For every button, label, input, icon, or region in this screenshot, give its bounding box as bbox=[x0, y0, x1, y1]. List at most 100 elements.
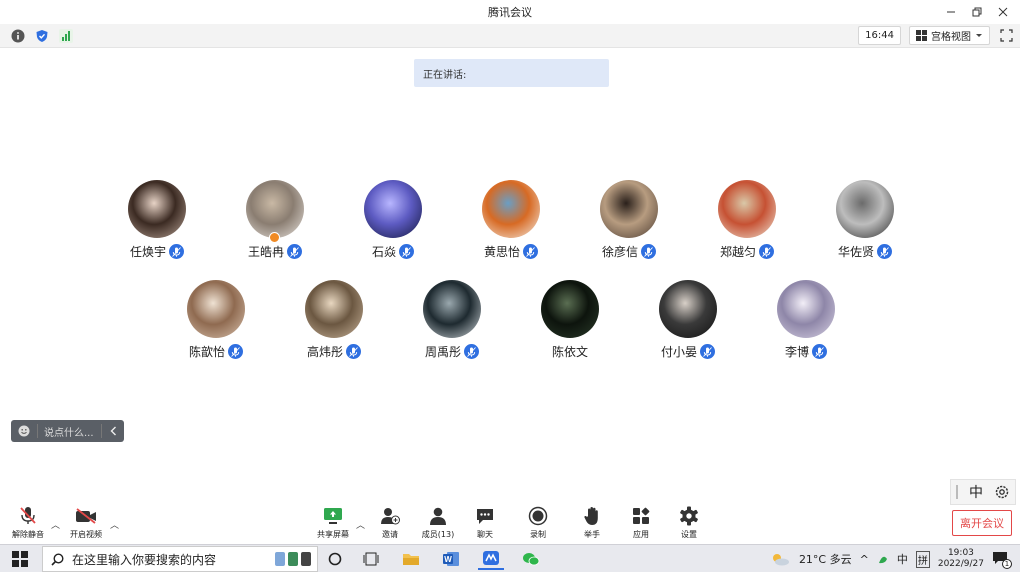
taskbar-app-word[interactable]: W bbox=[438, 548, 464, 570]
participant-tile[interactable]: 高炜彤 bbox=[279, 280, 389, 370]
chat-button[interactable]: 聊天 bbox=[463, 506, 507, 540]
unmute-button[interactable]: 解除静音 bbox=[6, 506, 50, 540]
audio-options-caret[interactable]: ︿ bbox=[51, 518, 60, 531]
members-button[interactable]: 成员(13) bbox=[416, 506, 460, 540]
avatar bbox=[364, 180, 422, 238]
members-label: 成员(13) bbox=[421, 530, 455, 539]
participant-name: 李博 bbox=[784, 345, 809, 359]
start-video-button[interactable]: 开启视频 bbox=[64, 506, 108, 540]
windows-logo-icon bbox=[12, 551, 19, 558]
participant-name-row: 华佐贤 bbox=[810, 243, 920, 260]
participant-name: 徐彦信 bbox=[601, 245, 638, 259]
start-video-label: 开启视频 bbox=[70, 530, 102, 539]
participant-tile[interactable]: 黄思怡 bbox=[456, 180, 566, 270]
unmute-label: 解除静音 bbox=[12, 530, 44, 539]
widgets-icon bbox=[363, 552, 379, 566]
taskbar-app-wechat[interactable] bbox=[518, 548, 544, 570]
apps-label: 应用 bbox=[633, 530, 649, 539]
raise-hand-button[interactable]: 举手 bbox=[570, 506, 614, 540]
members-icon bbox=[430, 507, 446, 525]
mic-status-icon bbox=[228, 344, 243, 359]
mic-status-icon bbox=[464, 344, 479, 359]
participant-tile[interactable]: 徐彦信 bbox=[574, 180, 684, 270]
weather-text[interactable]: 21°C 多云 bbox=[799, 551, 852, 567]
leave-meeting-button[interactable]: 离开会议 bbox=[952, 510, 1012, 536]
quick-chat-bar[interactable]: 说点什么... bbox=[11, 420, 124, 442]
raise-hand-label: 举手 bbox=[584, 530, 600, 539]
apps-button[interactable]: 应用 bbox=[619, 506, 663, 540]
record-label: 录制 bbox=[530, 530, 546, 539]
participant-tile[interactable]: 华佐贤 bbox=[810, 180, 920, 270]
video-off-icon bbox=[76, 508, 96, 524]
taskbar-app-tencent-meeting[interactable] bbox=[478, 548, 504, 570]
invite-label: 邀请 bbox=[382, 530, 398, 539]
taskbar-clock[interactable]: 19:03 2022/9/27 bbox=[938, 548, 984, 570]
system-tray: 21°C 多云 ^ 中 拼 19:03 2022/9/27 1 bbox=[769, 545, 1012, 573]
wechat-icon bbox=[523, 553, 540, 566]
share-screen-label: 共享屏幕 bbox=[317, 530, 349, 539]
participant-tile[interactable]: 石焱 bbox=[338, 180, 448, 270]
share-screen-button[interactable]: 共享屏幕 bbox=[311, 506, 355, 540]
taskbar-app-widgets[interactable] bbox=[358, 548, 384, 570]
participant-name: 付小晏 bbox=[660, 345, 697, 359]
participant-name: 王皓冉 bbox=[247, 245, 284, 259]
participant-name-row: 陈依文 bbox=[515, 343, 625, 360]
invite-button[interactable]: 邀请 bbox=[368, 506, 412, 540]
avatar bbox=[600, 180, 658, 238]
ime-drag-handle[interactable] bbox=[956, 485, 959, 499]
participant-tile[interactable]: 任焕宇 bbox=[102, 180, 212, 270]
participant-name: 郑越匀 bbox=[719, 245, 756, 259]
settings-button[interactable]: 设置 bbox=[667, 506, 711, 540]
participant-name-row: 高炜彤 bbox=[279, 343, 389, 360]
windows-start-button[interactable] bbox=[12, 551, 28, 567]
ime-toolbar[interactable]: 中 bbox=[950, 479, 1016, 505]
chat-icon bbox=[477, 509, 493, 524]
avatar bbox=[482, 180, 540, 238]
clock-time: 19:03 bbox=[947, 548, 974, 558]
settings-label: 设置 bbox=[681, 530, 697, 539]
video-options-caret[interactable]: ︿ bbox=[110, 518, 119, 531]
emoji-button[interactable] bbox=[11, 425, 37, 437]
participant-tile[interactable]: 李博 bbox=[751, 280, 861, 370]
taskbar-search-box[interactable]: 在这里输入你要搜索的内容 bbox=[42, 546, 318, 572]
participant-name-row: 陈歆怡 bbox=[161, 343, 271, 360]
participant-tile[interactable]: 付小晏 bbox=[633, 280, 743, 370]
ime-gear-icon[interactable] bbox=[994, 484, 1010, 500]
notification-center-button[interactable]: 1 bbox=[992, 551, 1012, 569]
participant-name-row: 付小晏 bbox=[633, 343, 743, 360]
ime-mode[interactable]: 中 bbox=[969, 482, 983, 502]
avatar bbox=[836, 180, 894, 238]
collapse-chat-button[interactable] bbox=[102, 426, 124, 436]
host-badge-icon bbox=[269, 232, 280, 243]
participant-name: 石焱 bbox=[371, 245, 396, 259]
weather-cloud-icon bbox=[772, 554, 789, 566]
share-options-caret[interactable]: ︿ bbox=[356, 518, 365, 531]
participant-grid: 任焕宇 王皓冉 石焱 黄思怡 徐彦信 郑越匀 华佐贤陈歆怡 高炜彤 周禹彤 陈依文 付小晏 李博 bbox=[0, 0, 1020, 400]
avatar bbox=[718, 180, 776, 238]
avatar bbox=[541, 280, 599, 338]
participant-tile[interactable]: 周禹彤 bbox=[397, 280, 507, 370]
participant-name: 华佐贤 bbox=[837, 245, 874, 259]
quick-chat-input[interactable]: 说点什么... bbox=[37, 424, 102, 439]
participant-tile[interactable]: 陈歆怡 bbox=[161, 280, 271, 370]
task-view-button[interactable] bbox=[322, 548, 348, 570]
input-mode-indicator[interactable]: 中 bbox=[897, 551, 908, 567]
participant-tile[interactable]: 郑越匀 bbox=[692, 180, 802, 270]
participant-tile[interactable]: 陈依文 bbox=[515, 280, 625, 370]
tray-app-icon[interactable] bbox=[877, 553, 889, 565]
task-view-icon bbox=[328, 552, 342, 566]
tray-overflow-icon[interactable]: ^ bbox=[860, 553, 869, 566]
taskbar-app-explorer[interactable] bbox=[398, 548, 424, 570]
participant-tile[interactable]: 王皓冉 bbox=[220, 180, 330, 270]
svg-text:W: W bbox=[444, 555, 452, 564]
word-icon: W bbox=[443, 552, 459, 566]
meeting-window: 腾讯会议 16:44 宫格视图 正在讲话: 任焕宇 王皓冉 石焱 黄思怡 徐彦信… bbox=[0, 0, 1020, 544]
input-layout-indicator[interactable]: 拼 bbox=[915, 550, 930, 568]
avatar bbox=[187, 280, 245, 338]
participant-name: 周禹彤 bbox=[424, 345, 461, 359]
participant-name-row: 郑越匀 bbox=[692, 243, 802, 260]
search-highlight-illustration bbox=[275, 552, 311, 566]
participant-name: 高炜彤 bbox=[306, 345, 343, 359]
record-button[interactable]: 录制 bbox=[516, 506, 560, 540]
mic-status-icon bbox=[399, 244, 414, 259]
